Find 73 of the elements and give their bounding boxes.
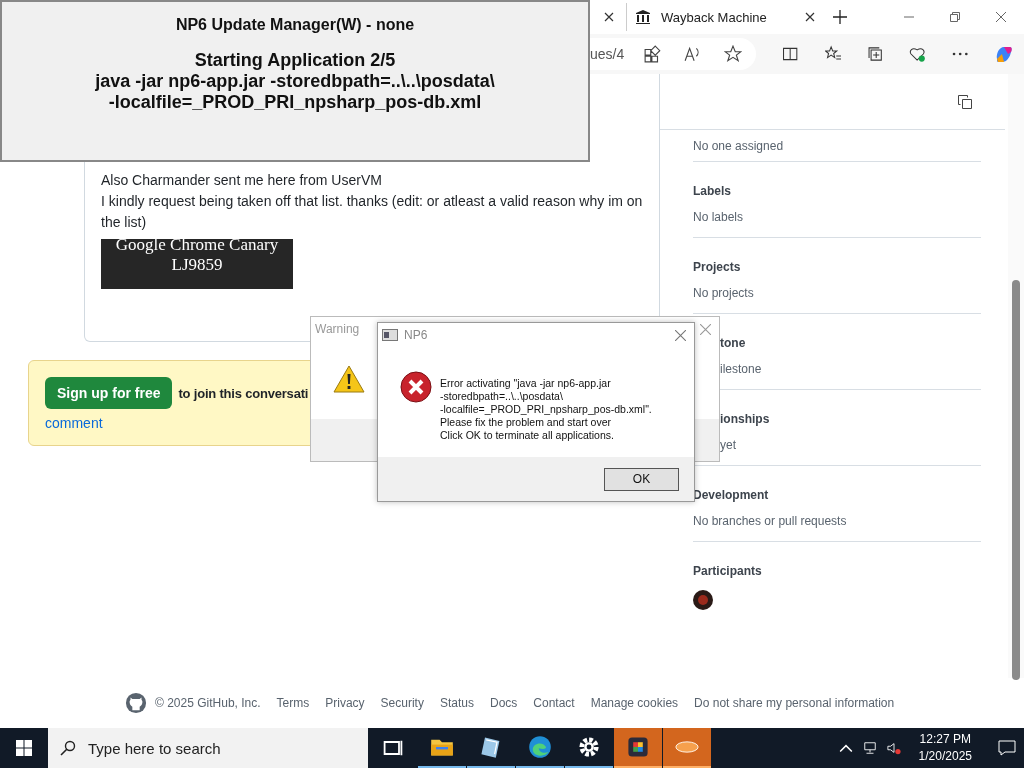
comment-text: Also Charmander sent me here from UserVM: [101, 171, 383, 190]
close-icon[interactable]: [805, 12, 815, 22]
volume-muted-icon[interactable]: [886, 741, 901, 755]
dialog-title: NP6: [404, 328, 428, 342]
footer-link[interactable]: Contact: [533, 696, 575, 710]
section-value: No branches or pull requests: [693, 514, 848, 528]
section-heading: Labels: [693, 184, 732, 198]
image-text: LJ9859: [171, 255, 223, 275]
status-text: Starting Application 2/5: [194, 50, 396, 71]
logo-icon[interactable]: [125, 692, 147, 714]
error-message: Error activating "java -jar np6-app.jar: [440, 377, 612, 390]
scroll-thumb[interactable]: [1012, 280, 1020, 680]
heart-icon[interactable]: [909, 45, 926, 63]
section-heading: ionships: [720, 412, 771, 426]
section-heading: Projects: [693, 260, 742, 274]
section-value: yet: [720, 438, 737, 452]
dialog-title: Warning: [315, 322, 360, 336]
browser-tab[interactable]: Wayback Machine: [627, 3, 823, 31]
comment-text: I kindly request being taken off that list. thanks (edit: or atleast a valid reason why im on the list): [101, 192, 643, 232]
section-value: No labels: [693, 210, 745, 224]
footer-link[interactable]: Privacy: [325, 696, 365, 710]
command-text: -localfile=_PROD_PRI_npsharp_pos-db.xml: [108, 92, 482, 113]
image-text: Google Chrome Canary: [115, 239, 279, 255]
copy-icon[interactable]: [957, 93, 973, 110]
split-screen-icon[interactable]: [782, 45, 799, 63]
notifications-icon[interactable]: [998, 740, 1016, 756]
section-heading: Development: [693, 488, 770, 502]
error-message: Please fix the problem and start over: [440, 416, 612, 429]
section-heading: Participants: [693, 564, 763, 578]
search-field[interactable]: Type here to search: [48, 728, 368, 768]
puzzle-icon: [626, 735, 650, 759]
restore-icon[interactable]: [950, 12, 960, 22]
footer-link[interactable]: Do not share my personal information: [694, 696, 895, 710]
comment-link[interactable]: comment: [45, 415, 103, 431]
signup-text: to join this conversati: [178, 385, 309, 401]
footer-link[interactable]: Security: [380, 696, 424, 710]
section-heading: tone: [720, 336, 747, 350]
error-message: Click OK to terminate all applications.: [440, 429, 615, 442]
address-field[interactable]: ues/4: [590, 38, 757, 70]
command-text: java -jar np6-app.jar -storedbpath=..\..\posdata\: [95, 71, 495, 92]
scrollbar[interactable]: [1008, 74, 1024, 678]
star-icon[interactable]: [724, 45, 743, 63]
apps-icon[interactable]: [644, 45, 663, 63]
new-tab-icon[interactable]: [833, 10, 847, 24]
search-icon: [60, 740, 76, 756]
error-icon: [400, 371, 432, 403]
section-value: No one assigned: [693, 138, 785, 153]
close-icon[interactable]: [996, 12, 1006, 22]
footer-link[interactable]: Manage cookies: [590, 696, 679, 710]
network-icon[interactable]: [862, 741, 877, 755]
participant-avatar[interactable]: [693, 590, 713, 610]
signup-button[interactable]: Sign up for free: [45, 377, 173, 409]
taskbar-app[interactable]: [614, 728, 662, 768]
start-icon[interactable]: [16, 740, 32, 756]
footer-link[interactable]: Docs: [489, 696, 518, 710]
window-icon: [382, 329, 398, 341]
copyright-text: © 2025 GitHub, Inc.: [155, 696, 261, 710]
footer-link[interactable]: Terms: [276, 696, 310, 710]
error-message: -storedbpath=..\..\posdata\: [440, 390, 564, 403]
browser-icon: [528, 735, 552, 759]
section-value: ilestone: [720, 362, 763, 376]
favorites-icon[interactable]: [824, 45, 841, 63]
error-message: -localfile=_PROD_PRI_npsharp_pos-db.xml".: [440, 403, 652, 416]
close-icon[interactable]: [604, 12, 614, 22]
gear-icon: [577, 735, 601, 759]
warning-icon: [333, 365, 365, 393]
window-title: NP6 Update Manager(W) - none: [175, 16, 415, 34]
clock[interactable]: 12:27 PM 1/20/2025: [910, 731, 980, 765]
section-value: No projects: [693, 286, 755, 300]
building-icon: [635, 9, 651, 25]
collections-icon[interactable]: [866, 45, 884, 63]
ok-button[interactable]: OK: [604, 467, 679, 491]
footer-link[interactable]: Status: [439, 696, 474, 710]
